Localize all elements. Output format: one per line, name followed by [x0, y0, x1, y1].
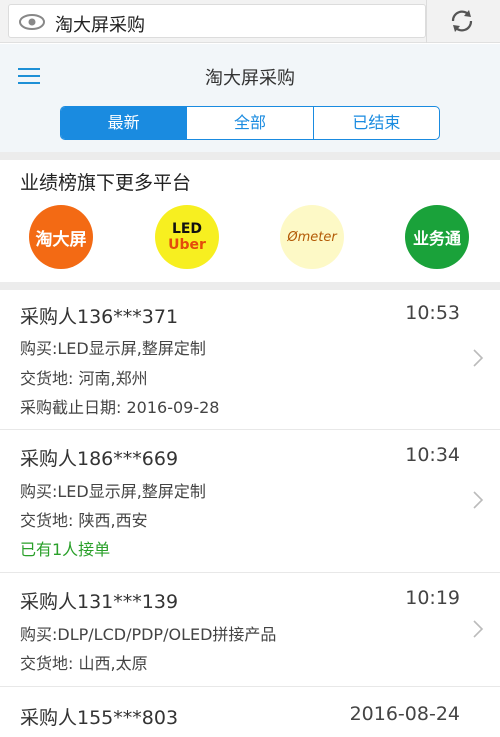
purchase-item: 购买:LED显示屏,整屏定制: [20, 482, 206, 501]
reload-icon[interactable]: [444, 4, 480, 38]
taodaping-label: 淘大屏: [35, 229, 87, 250]
delivery-location: 交货地: 山西,太原: [20, 654, 148, 673]
yewutong-logo[interactable]: 业务通: [405, 205, 469, 269]
deadline: 采购截止日期: 2016-09-28: [20, 398, 220, 417]
status-badge: 已有1人接单: [20, 540, 111, 559]
chevron-right-icon: [473, 349, 484, 367]
ometer-logo[interactable]: Ømeter: [280, 205, 344, 269]
buyer-id: 采购人131***139: [20, 591, 179, 613]
delivery-location: 交货地: 陕西,西安: [20, 511, 148, 530]
purchase-item: 购买:DLP/LCD/PDP/OLED拼接产品: [20, 625, 277, 644]
eye-icon[interactable]: [19, 13, 45, 31]
chevron-right-icon: [473, 620, 484, 638]
order-time: 10:19: [405, 587, 460, 609]
led-uber-logo[interactable]: LED Uber: [155, 205, 219, 269]
order-time: 10:34: [405, 444, 460, 466]
delivery-location: 交货地: 河南,郑州: [20, 369, 148, 388]
section-divider: [0, 282, 500, 290]
ometer-o-icon: Ø: [287, 229, 298, 245]
purchase-item: 购买:LED显示屏,整屏定制: [20, 339, 206, 358]
page-title: 淘大屏采购: [205, 68, 295, 89]
ometer-label: meter: [297, 229, 337, 245]
tab-all[interactable]: 全部: [186, 107, 312, 139]
chevron-right-icon: [473, 491, 484, 509]
section-divider: [0, 152, 500, 160]
list-item[interactable]: 采购人186***669 10:34 购买:LED显示屏,整屏定制 交货地: 陕…: [0, 430, 500, 573]
order-time: 2016-08-24: [349, 703, 460, 725]
list-item[interactable]: 采购人136***371 10:53 购买:LED显示屏,整屏定制 交货地: 河…: [0, 290, 500, 430]
order-time: 10:53: [405, 302, 460, 324]
tab-ended[interactable]: 已结束: [312, 107, 439, 139]
yewutong-label: 业务通: [412, 229, 461, 248]
list-item[interactable]: 采购人155***803 2016-08-24: [0, 687, 500, 737]
url-text: 淘大屏采购: [55, 15, 145, 36]
tab-latest[interactable]: 最新: [61, 107, 187, 139]
led-label: LED: [171, 221, 203, 237]
taodaping-logo[interactable]: 淘大屏: [29, 205, 93, 269]
uber-label: Uber: [168, 237, 206, 253]
buyer-id: 采购人186***669: [20, 448, 179, 470]
list-item[interactable]: 采购人131***139 10:19 购买:DLP/LCD/PDP/OLED拼接…: [0, 573, 500, 687]
browser-url-bar: 淘大屏采购: [0, 0, 500, 43]
url-divider: [426, 0, 427, 43]
platforms-heading: 业绩榜旗下更多平台: [20, 172, 192, 194]
app-header: 淘大屏采购 最新 全部 已结束: [0, 44, 500, 152]
url-field[interactable]: 淘大屏采购: [8, 4, 426, 38]
buyer-id: 采购人155***803: [20, 707, 179, 729]
buyer-id: 采购人136***371: [20, 306, 179, 328]
filter-tabs: 最新 全部 已结束: [60, 106, 440, 140]
